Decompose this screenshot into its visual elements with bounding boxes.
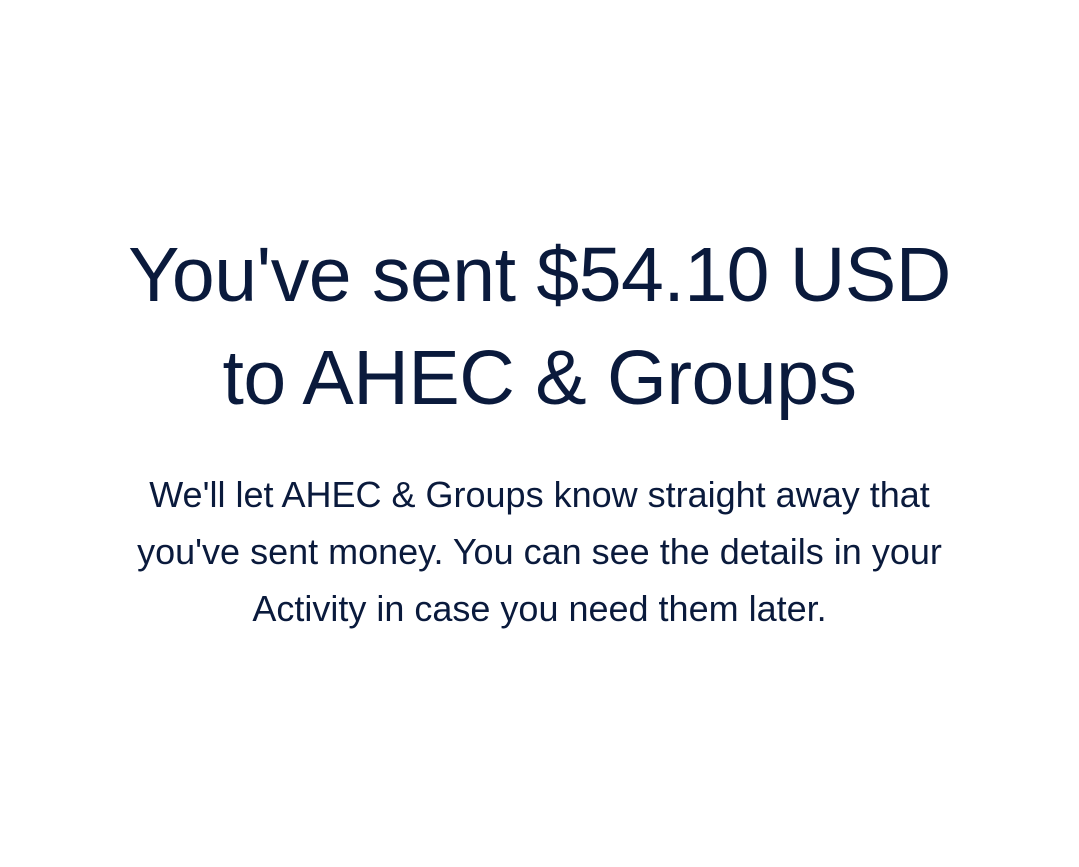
message-line-1: We'll let AHEC & Groups know straight aw… (149, 474, 930, 515)
headline-line-amount: You've sent $54.10 USD (128, 232, 951, 318)
confirmation-message: We'll let AHEC & Groups know straight aw… (40, 466, 1039, 637)
message-line-3: Activity in case you need them later. (252, 588, 827, 629)
headline-line-recipient: to AHEC & Groups (222, 335, 857, 421)
message-line-2: you've sent money. You can see the detai… (137, 531, 942, 572)
confirmation-headline: You've sent $54.10 USD to AHEC & Groups (40, 224, 1039, 430)
payment-confirmation: You've sent $54.10 USD to AHEC & Groups … (0, 0, 1079, 867)
